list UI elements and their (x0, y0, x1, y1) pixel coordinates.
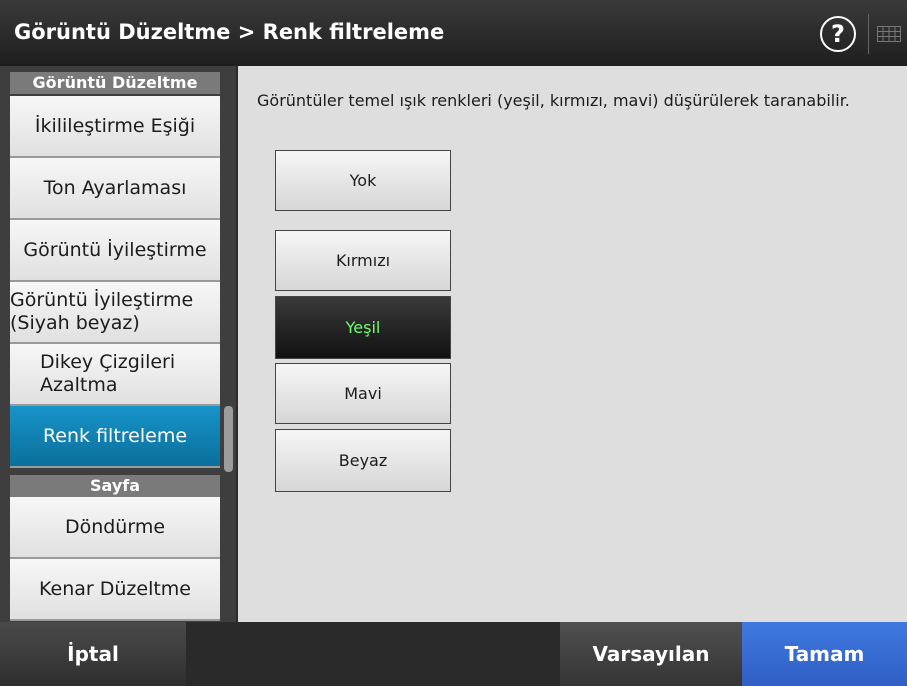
option-green[interactable]: Yeşil (275, 296, 451, 359)
help-icon: ? (820, 16, 856, 52)
settings-panel: Görüntüler temel ışık renkleri (yeşil, k… (238, 66, 907, 622)
sidebar-item-label: Ton Ayarlaması (43, 176, 187, 199)
option-none[interactable]: Yok (275, 150, 451, 211)
sidebar-item-label: İkilileştirme Eşiği (34, 114, 196, 137)
sidebar-scrollbar[interactable] (222, 66, 236, 622)
description-text: Görüntüler temel ışık renkleri (yeşil, k… (257, 91, 850, 110)
keyboard-icon (877, 26, 901, 42)
page-title: Görüntü Düzeltme > Renk filtreleme (14, 20, 445, 44)
sidebar-item-label: Dikey Çizgileri (40, 351, 176, 374)
sidebar-item-label: Kenar Düzeltme (39, 577, 191, 600)
sidebar-item-label: Görüntü İyileştirme (10, 289, 194, 312)
defaults-button[interactable]: Varsayılan (560, 622, 742, 686)
option-white[interactable]: Beyaz (275, 429, 451, 492)
sidebar-item-image-enhancement-bw[interactable]: Görüntü İyileştirme (Siyah beyaz) (10, 282, 220, 344)
scrollbar-thumb[interactable] (224, 406, 233, 472)
sidebar-item-binarization-threshold[interactable]: İkilileştirme Eşiği (10, 96, 220, 158)
option-blue[interactable]: Mavi (275, 363, 451, 424)
help-button[interactable]: ? (818, 14, 858, 54)
sidebar-item-label-line2: Azaltma (40, 374, 118, 396)
sidebar-item-color-filtering[interactable]: Renk filtreleme (10, 406, 220, 468)
sidebar-item-image-enhancement[interactable]: Görüntü İyileştirme (10, 220, 220, 282)
sidebar-section-page: Sayfa (10, 475, 220, 497)
ok-button[interactable]: Tamam (742, 622, 907, 686)
sidebar-item-label: Renk filtreleme (42, 424, 188, 447)
sidebar-item-label: Görüntü İyileştirme (23, 238, 207, 261)
option-red[interactable]: Kırmızı (275, 230, 451, 291)
sidebar-item-label: Döndürme (64, 515, 166, 538)
sidebar-item-tone-adjustment[interactable]: Ton Ayarlaması (10, 158, 220, 220)
sidebar-item-rotation[interactable]: Döndürme (10, 497, 220, 559)
sidebar-item-label-line2: (Siyah beyaz) (10, 312, 140, 334)
sidebar-section-image-correction: Görüntü Düzeltme (10, 72, 220, 94)
sidebar-item-edge-correction[interactable]: Kenar Düzeltme (10, 559, 220, 621)
keyboard-button[interactable] (868, 14, 907, 54)
footer-bar: İptal Varsayılan Tamam (0, 622, 907, 686)
cancel-button[interactable]: İptal (0, 622, 186, 686)
sidebar-item-vertical-line-reduction[interactable]: Dikey Çizgileri Azaltma (10, 344, 220, 406)
sidebar: Görüntü Düzeltme İkilileştirme Eşiği Ton… (0, 66, 236, 622)
title-bar: Görüntü Düzeltme > Renk filtreleme ? (0, 0, 907, 66)
